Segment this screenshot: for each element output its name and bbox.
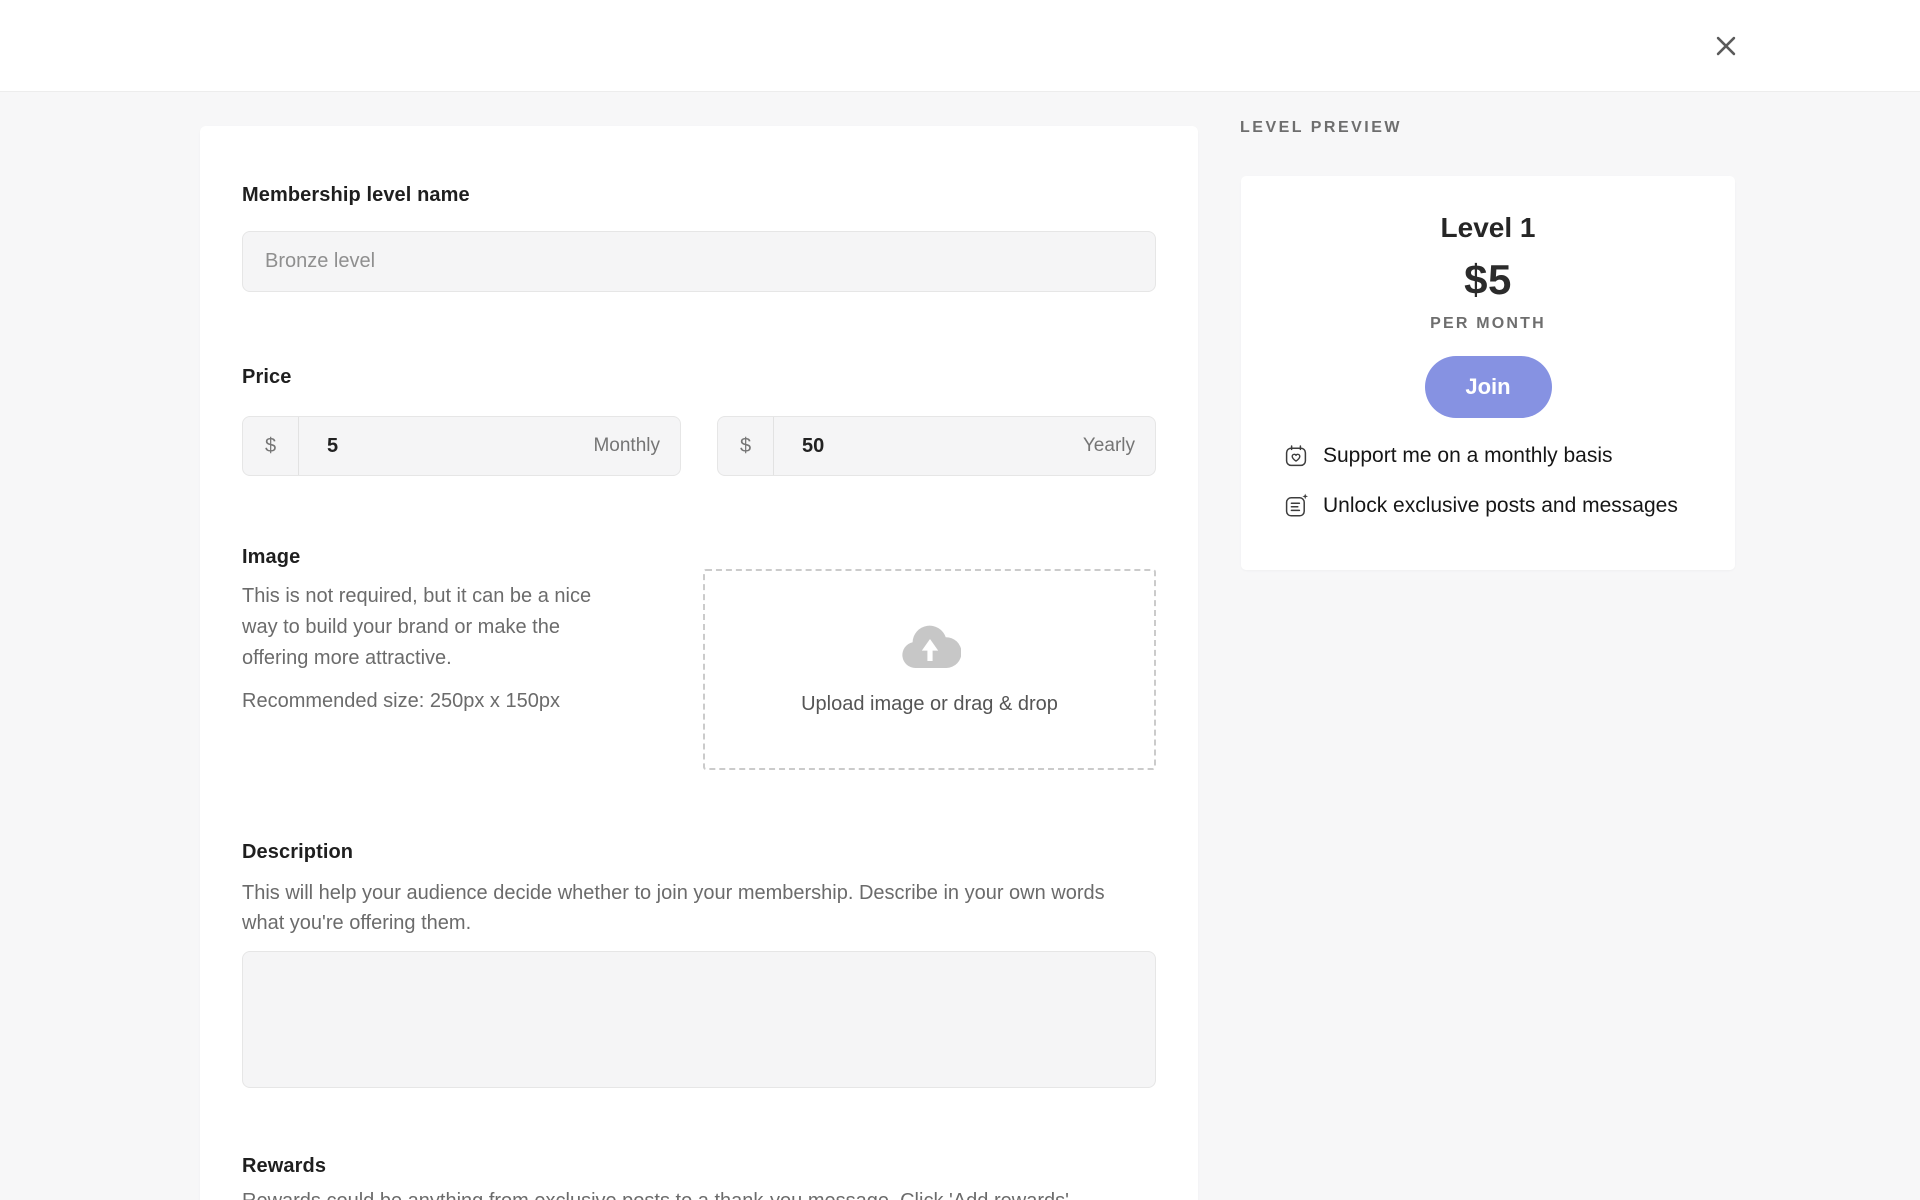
close-button[interactable] [1711, 31, 1741, 61]
benefit-item-monthly-support: Support me on a monthly basis [1283, 443, 1693, 469]
membership-level-name-input[interactable] [242, 231, 1156, 292]
description-label: Description [242, 840, 1156, 864]
price-label: Price [242, 365, 1156, 389]
close-icon [1712, 32, 1740, 60]
upload-label: Upload image or drag & drop [801, 693, 1058, 716]
preview-period: PER MONTH [1241, 315, 1735, 333]
yearly-price-input[interactable]: $ 50 Yearly [717, 416, 1156, 476]
benefit-text: Unlock exclusive posts and messages [1323, 494, 1678, 518]
image-upload-dropzone[interactable]: Upload image or drag & drop [703, 569, 1156, 770]
description-help-text: This will help your audience decide whet… [242, 878, 1147, 938]
calendar-heart-icon [1283, 443, 1309, 469]
image-label: Image [242, 545, 1156, 569]
monthly-period-label: Monthly [593, 435, 680, 457]
image-help-text: This is not required, but it can be a ni… [242, 569, 642, 770]
yearly-price-value: 50 [774, 435, 824, 458]
dollar-sign-icon: $ [243, 417, 299, 475]
price-inputs-row: $ 5 Monthly $ 50 Yearly [242, 416, 1156, 476]
monthly-price-input[interactable]: $ 5 Monthly [242, 416, 681, 476]
rewards-label: Rewards [242, 1154, 1156, 1178]
yearly-period-label: Yearly [1083, 435, 1155, 457]
membership-level-form: Membership level name Price $ 5 Monthly … [200, 126, 1198, 1200]
level-preview-card: Level 1 $5 PER MONTH Join Support me on … [1241, 176, 1735, 570]
benefits-list: Support me on a monthly basis Unlock exc… [1241, 443, 1735, 519]
image-recommended-size: Recommended size: 250px x 150px [242, 690, 642, 713]
description-textarea[interactable] [242, 951, 1156, 1088]
modal-header [0, 0, 1920, 92]
rewards-help-text: Rewards could be anything from exclusive… [242, 1186, 1156, 1200]
join-button[interactable]: Join [1425, 356, 1552, 418]
modal-body: Membership level name Price $ 5 Monthly … [0, 93, 1920, 1200]
membership-level-name-label: Membership level name [242, 183, 1156, 207]
benefit-text: Support me on a monthly basis [1323, 444, 1613, 468]
benefit-item-exclusive-posts: Unlock exclusive posts and messages [1283, 493, 1693, 519]
monthly-price-value: 5 [299, 435, 338, 458]
image-section-row: This is not required, but it can be a ni… [242, 569, 1156, 770]
level-preview-heading: LEVEL PREVIEW [1240, 119, 1402, 137]
preview-price: $5 [1241, 256, 1735, 304]
image-description: This is not required, but it can be a ni… [242, 581, 624, 674]
dollar-sign-icon: $ [718, 417, 774, 475]
preview-level-title: Level 1 [1241, 212, 1735, 244]
cloud-upload-icon [899, 623, 961, 669]
note-sparkle-icon [1283, 493, 1309, 519]
